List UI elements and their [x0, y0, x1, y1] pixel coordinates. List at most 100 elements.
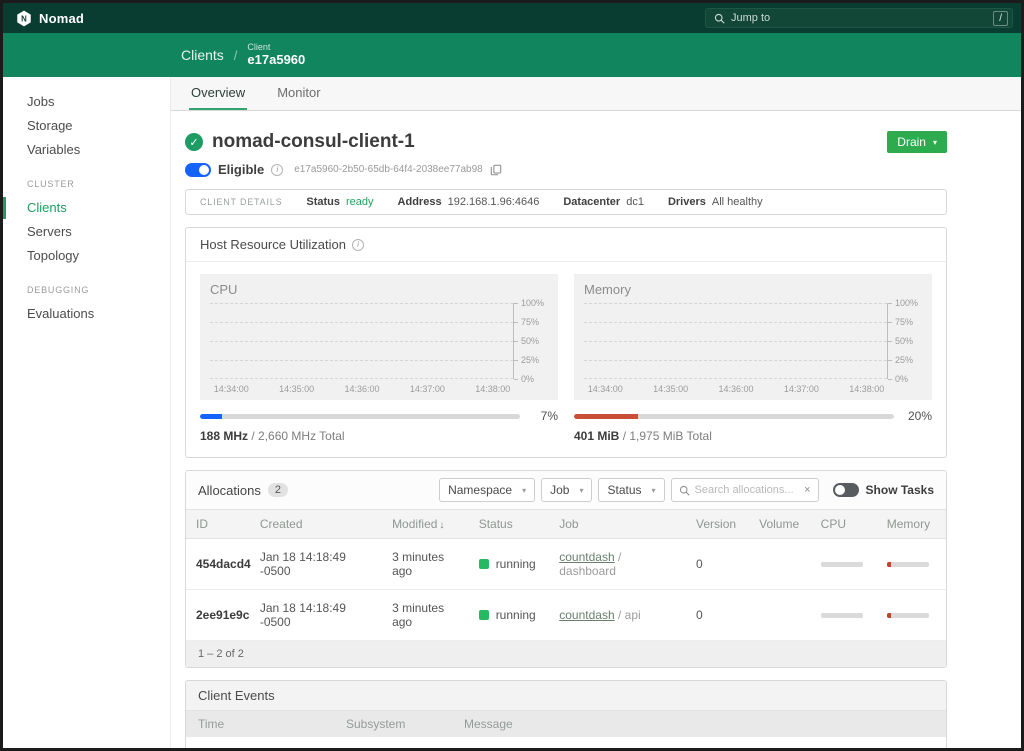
column-header-volume[interactable]: Volume — [749, 510, 811, 539]
client-events-header-row: Time Subsystem Message — [186, 711, 946, 737]
toggle-knob — [835, 485, 845, 495]
column-header-job[interactable]: Job — [549, 510, 686, 539]
drain-button-label: Drain — [897, 135, 926, 149]
chevron-down-icon: ▾ — [933, 138, 937, 147]
memory-usage-percent: 20% — [894, 409, 932, 423]
sidebar-item-evaluations[interactable]: Evaluations — [3, 303, 170, 325]
chevron-down-icon: ▾ — [522, 486, 526, 495]
cpu-metric: 188 MHz / 2,660 MHz Total — [200, 429, 558, 443]
allocation-status: running — [469, 590, 550, 641]
allocation-modified: 3 minutes ago — [382, 539, 469, 590]
column-header-created[interactable]: Created — [250, 510, 382, 539]
allocations-search[interactable]: × — [671, 478, 819, 502]
allocations-search-input[interactable] — [695, 484, 800, 496]
info-icon[interactable]: i — [352, 239, 364, 251]
column-header-cpu[interactable]: CPU — [811, 510, 877, 539]
breadcrumb-bar: Clients / Client e17a5960 — [3, 33, 1021, 77]
drain-button[interactable]: Drain ▾ — [887, 131, 947, 153]
event-time: Jan 18, '23 14:15:47 -0500 — [186, 737, 334, 748]
column-header-version[interactable]: Version — [686, 510, 749, 539]
tab-monitor[interactable]: Monitor — [275, 77, 322, 110]
allocations-title: Allocations — [198, 483, 261, 498]
cpu-x-axis: 14:34:00 14:35:00 14:36:00 14:37:00 14:3… — [210, 384, 514, 395]
node-healthy-icon: ✓ — [185, 133, 203, 151]
memory-mini-bar — [887, 562, 929, 567]
allocations-table: ID Created Modified↓ Status Job Version … — [186, 510, 946, 641]
info-icon[interactable]: i — [271, 164, 283, 176]
sidebar: Jobs Storage Variables CLUSTER Clients S… — [3, 77, 171, 748]
memory-chart-panel: Memory 100% 75% 50% — [574, 274, 932, 400]
cpu-mini-bar — [821, 613, 863, 618]
allocations-count-badge: 2 — [268, 483, 288, 497]
eligibility-toggle[interactable] — [185, 163, 211, 177]
memory-usage-fill — [574, 414, 638, 419]
check-icon: ✓ — [189, 136, 198, 149]
sidebar-section-cluster: CLUSTER — [3, 179, 170, 189]
sidebar-item-servers[interactable]: Servers — [3, 221, 170, 243]
show-tasks-toggle[interactable] — [833, 483, 859, 497]
client-events-title: Client Events — [186, 681, 946, 711]
allocation-memory — [877, 590, 946, 641]
breadcrumb-current-client[interactable]: Client e17a5960 — [247, 42, 305, 67]
job-link[interactable]: countdash — [559, 608, 614, 622]
allocation-volume — [749, 590, 811, 641]
memory-mini-bar — [887, 613, 929, 618]
namespace-filter-dropdown[interactable]: Namespace ▾ — [439, 478, 535, 502]
allocations-table-header-row: ID Created Modified↓ Status Job Version … — [186, 510, 946, 539]
allocation-volume — [749, 539, 811, 590]
allocation-id-link[interactable]: 454dacd4 — [196, 557, 251, 571]
allocation-row[interactable]: 2ee91e9c Jan 18 14:18:49 -0500 3 minutes… — [186, 590, 946, 641]
status-filter-dropdown[interactable]: Status ▾ — [598, 478, 664, 502]
allocations-panel: Allocations 2 Namespace ▾ Job ▾ — [185, 470, 947, 668]
allocation-modified: 3 minutes ago — [382, 590, 469, 641]
column-header-modified[interactable]: Modified↓ — [382, 510, 469, 539]
shortcut-key-hint: / — [993, 11, 1008, 26]
detail-datacenter: Datacenter dc1 — [563, 196, 644, 208]
sidebar-item-variables[interactable]: Variables — [3, 139, 170, 161]
tab-bar: Overview Monitor — [171, 77, 1021, 111]
allocation-cpu — [811, 590, 877, 641]
job-filter-dropdown[interactable]: Job ▾ — [541, 478, 592, 502]
memory-chart: Memory 100% 75% 50% — [574, 274, 932, 443]
column-header-subsystem: Subsystem — [334, 711, 452, 737]
copy-icon[interactable] — [490, 164, 502, 176]
cpu-mini-bar — [821, 562, 863, 567]
top-nav-bar: N Nomad / — [3, 3, 1021, 33]
event-message: Node registered — [452, 737, 946, 748]
column-header-status[interactable]: Status — [469, 510, 550, 539]
clear-search-icon[interactable]: × — [804, 484, 810, 496]
allocation-created: Jan 18 14:18:49 -0500 — [250, 539, 382, 590]
host-resource-title: Host Resource Utilization — [200, 237, 346, 252]
cpu-chart: CPU 100% 75% 50% — [200, 274, 558, 443]
sidebar-item-jobs[interactable]: Jobs — [3, 91, 170, 113]
client-title-row: ✓ nomad-consul-client-1 Drain ▾ — [185, 131, 947, 153]
breadcrumb-separator: / — [234, 48, 238, 63]
column-header-memory[interactable]: Memory — [877, 510, 946, 539]
chevron-down-icon: ▾ — [579, 486, 583, 495]
column-header-id[interactable]: ID — [186, 510, 250, 539]
allocation-row[interactable]: 454dacd4 Jan 18 14:18:49 -0500 3 minutes… — [186, 539, 946, 590]
sidebar-item-storage[interactable]: Storage — [3, 115, 170, 137]
sort-descending-icon: ↓ — [439, 520, 444, 531]
jump-to-search[interactable]: / — [705, 8, 1013, 28]
cpu-usage-fill — [200, 414, 222, 419]
tab-overview[interactable]: Overview — [189, 77, 247, 110]
allocation-job: countdash / api — [549, 590, 686, 641]
toggle-knob — [199, 165, 209, 175]
memory-plot-area — [584, 303, 888, 379]
allocation-job: countdash / dashboard — [549, 539, 686, 590]
breadcrumb-clients-link[interactable]: Clients — [181, 47, 224, 63]
client-details-bar: CLIENT DETAILS Status ready Address 192.… — [185, 189, 947, 215]
nomad-logo-icon: N — [16, 10, 32, 27]
client-uuid: e17a5960-2b50-65db-64f4-2038ee77ab98 — [294, 164, 483, 175]
sidebar-item-clients[interactable]: Clients — [3, 197, 170, 219]
show-tasks-control: Show Tasks — [833, 483, 934, 497]
job-link[interactable]: countdash — [559, 550, 614, 564]
allocation-memory — [877, 539, 946, 590]
memory-usage-bar-row: 20% — [574, 409, 932, 423]
nomad-home-link[interactable]: N Nomad — [16, 10, 84, 27]
allocation-id-link[interactable]: 2ee91e9c — [196, 608, 249, 622]
jump-to-input[interactable] — [731, 12, 987, 24]
eligibility-row: Eligible i e17a5960-2b50-65db-64f4-2038e… — [185, 162, 947, 177]
sidebar-item-topology[interactable]: Topology — [3, 245, 170, 267]
